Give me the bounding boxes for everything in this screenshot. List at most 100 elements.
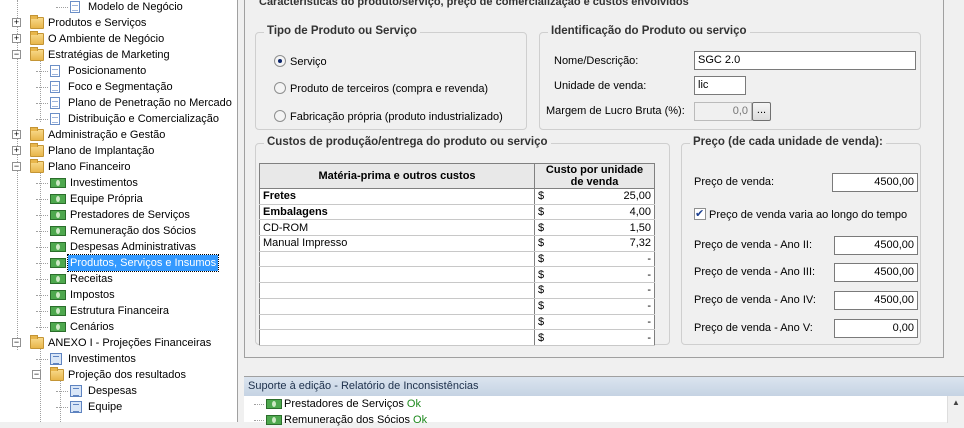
table-row[interactable]: $ - [259, 282, 655, 299]
tree-item[interactable]: Estrutura Financeira [0, 303, 237, 319]
cost-item-cell[interactable] [259, 329, 535, 346]
ano-v-field[interactable]: 0,00 [834, 319, 918, 338]
radio-fabricacao-propria[interactable]: Fabricação própria (produto industrializ… [274, 109, 503, 125]
cost-value-cell[interactable]: $ - [534, 298, 655, 315]
expand-icon[interactable]: + [12, 18, 21, 27]
collapse-icon[interactable]: − [12, 50, 21, 59]
tree-item[interactable]: + Plano de Implantação [0, 143, 237, 159]
cost-item-cell[interactable]: Fretes [259, 188, 535, 205]
tree-item[interactable]: Investimentos [0, 175, 237, 191]
table-row[interactable]: $ - [259, 298, 655, 315]
tree-item[interactable]: Investimentos [0, 351, 237, 367]
radio-servico[interactable]: Serviço [274, 54, 327, 70]
cost-item-cell[interactable]: CD-ROM [259, 219, 535, 237]
tree-item[interactable]: Prestadores de Serviços [0, 207, 237, 223]
tree-item[interactable]: − Estratégias de Marketing [0, 47, 237, 63]
expand-icon[interactable]: + [12, 34, 21, 43]
table-row[interactable]: $ - [259, 314, 655, 331]
cost-value-cell[interactable]: $4,00 [534, 204, 655, 221]
table-row[interactable]: Manual Impresso $7,32 [259, 235, 655, 252]
margem-lucro-field[interactable]: 0,0 [694, 102, 752, 121]
tree-item-label: Plano de Implantação [48, 145, 155, 157]
ano-iv-label: Preço de venda - Ano IV: [694, 294, 816, 306]
preco-varia-checkbox[interactable] [694, 206, 706, 222]
cost-item-cell[interactable] [259, 282, 535, 299]
money-icon [50, 274, 66, 284]
tree-item[interactable]: Remuneração dos Sócios [0, 223, 237, 239]
tree-item[interactable]: Plano de Penetração no Mercado [0, 95, 237, 111]
nome-label: Nome/Descrição: [554, 55, 639, 67]
radio-button[interactable] [274, 82, 286, 94]
tree-item[interactable]: Despesas [0, 383, 237, 399]
inconsistency-item[interactable]: Prestadores de Serviços Ok [254, 396, 421, 412]
tree-item-label: Projeção dos resultados [68, 369, 187, 381]
table-row[interactable]: Fretes $25,00 [259, 188, 655, 205]
money-icon [50, 258, 66, 268]
tree-item[interactable]: Foco e Segmentação [0, 79, 237, 95]
tree-item[interactable]: − Projeção dos resultados [0, 367, 237, 383]
table-row[interactable]: Embalagens $4,00 [259, 204, 655, 221]
expand-icon[interactable]: + [12, 130, 21, 139]
cost-value-cell[interactable]: $ - [534, 329, 655, 346]
table-row[interactable]: CD-ROM $1,50 [259, 219, 655, 237]
tree-item[interactable]: Equipe [0, 399, 237, 415]
margem-label: Margem de Lucro Bruta (%): [546, 105, 685, 117]
collapse-icon[interactable]: − [12, 338, 21, 347]
tree-item[interactable]: − ANEXO I - Projeções Financeiras [0, 335, 237, 351]
scroll-up-icon[interactable]: ▲ [948, 396, 964, 410]
money-icon [50, 194, 66, 204]
collapse-icon[interactable]: − [32, 370, 41, 379]
cost-value-cell[interactable]: $ - [534, 266, 655, 284]
folder-icon [30, 143, 44, 157]
tree-item[interactable]: Modelo de Negócio [0, 0, 237, 15]
cost-item-cell[interactable]: Embalagens [259, 204, 535, 221]
cost-value-cell[interactable]: $1,50 [534, 219, 655, 237]
cost-item-cell[interactable] [259, 266, 535, 284]
tree-item[interactable]: Receitas [0, 271, 237, 287]
cost-value-cell[interactable]: $ - [534, 314, 655, 331]
tree-item[interactable]: Impostos [0, 287, 237, 303]
tree-item[interactable]: + O Ambiente de Negócio [0, 31, 237, 47]
table-row[interactable]: $ - [259, 329, 655, 346]
cost-item-cell[interactable] [259, 314, 535, 331]
ano-ii-field[interactable]: 4500,00 [834, 236, 918, 255]
tree-item[interactable]: Equipe Própria [0, 191, 237, 207]
cost-table[interactable]: Matéria-prima e outros custos Custo por … [259, 163, 655, 346]
tree-item[interactable]: Produtos, Serviços e Insumos [0, 254, 237, 272]
tree-item[interactable]: Cenários [0, 319, 237, 335]
unidade-venda-field[interactable]: lic [694, 76, 746, 95]
vertical-scrollbar[interactable]: ▲ [947, 396, 964, 423]
cost-item-cell[interactable]: Manual Impresso [259, 235, 535, 252]
radio-button[interactable] [274, 55, 286, 67]
preco-varia-checkbox-row[interactable]: Preço de venda varia ao longo do tempo [694, 206, 907, 223]
doc-icon [50, 65, 60, 77]
tree-item[interactable]: + Administração e Gestão [0, 127, 237, 143]
tree-item-label: Modelo de Negócio [88, 1, 183, 13]
tree-item-label: Despesas Administrativas [70, 241, 196, 253]
tree-item-label: Remuneração dos Sócios [70, 225, 196, 237]
collapse-icon[interactable]: − [12, 162, 21, 171]
nome-descricao-field[interactable]: SGC 2.0 [694, 51, 916, 70]
cost-value-cell[interactable]: $ - [534, 251, 655, 268]
margem-ellipsis-button[interactable]: ... [752, 102, 771, 121]
radio-button[interactable] [274, 110, 286, 122]
navigation-tree[interactable]: Modelo de Negócio + Produtos e Serviços + O … [0, 0, 238, 422]
preco-venda-field[interactable]: 4500,00 [832, 173, 918, 192]
tree-item[interactable]: Despesas Administrativas [0, 239, 237, 255]
table-row[interactable]: $ - [259, 266, 655, 284]
cost-value-cell[interactable]: $25,00 [534, 188, 655, 205]
inconsistency-item[interactable]: Remuneração dos Sócios Ok [254, 412, 427, 428]
ano-iii-field[interactable]: 4500,00 [834, 263, 918, 282]
cost-item-cell[interactable] [259, 251, 535, 268]
expand-icon[interactable]: + [12, 146, 21, 155]
radio-produto-terceiros[interactable]: Produto de terceiros (compra e revenda) [274, 81, 488, 97]
tree-item[interactable]: Distribuição e Comercialização [0, 111, 237, 127]
tree-item[interactable]: + Produtos e Serviços [0, 15, 237, 31]
cost-item-cell[interactable] [259, 298, 535, 315]
tree-item[interactable]: − Plano Financeiro [0, 159, 237, 175]
cost-value-cell[interactable]: $7,32 [534, 235, 655, 252]
table-row[interactable]: $ - [259, 251, 655, 268]
ano-iv-field[interactable]: 4500,00 [834, 291, 918, 310]
tree-item[interactable]: Posicionamento [0, 63, 237, 79]
cost-value-cell[interactable]: $ - [534, 282, 655, 299]
